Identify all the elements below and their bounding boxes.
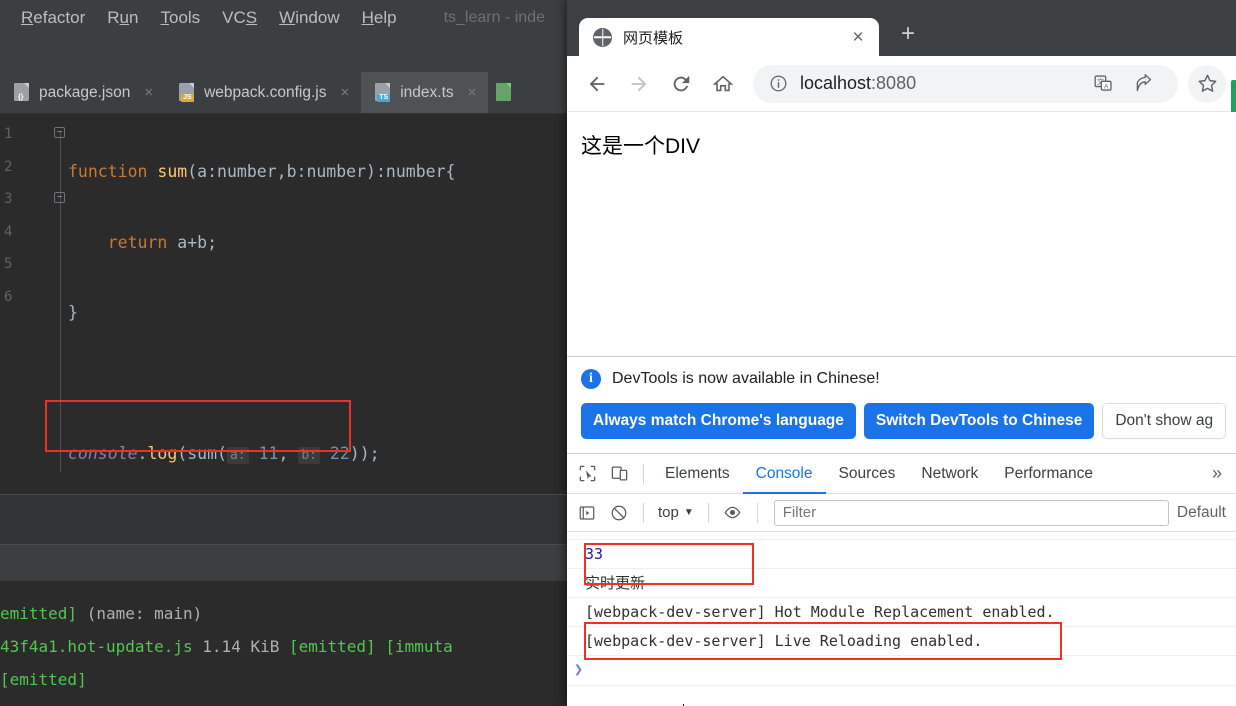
toolbar-divider [756,502,758,523]
globe-icon [593,27,612,47]
toolbar-divider [643,463,644,484]
devtools-tabbar: Elements Console Sources Network Perform… [567,454,1236,494]
menu-item-run[interactable]: Run [96,8,149,28]
fold-collapse-end-icon[interactable]: − [54,192,65,203]
editor-tab-label: package.json [39,83,131,101]
menu-item-help[interactable]: Help [351,8,408,28]
chrome-toolbar: localhost:8080 文A [567,56,1236,122]
chrome-tabstrip: 网页模板 × + [567,10,1236,56]
line-number: 4 [4,223,13,240]
share-icon[interactable] [1124,65,1162,103]
screenshot-root: Refactor Run Tools VCS Window Help ts_le… [0,0,1236,706]
toolbar-divider [707,502,709,523]
editor-tab-package-json[interactable]: {} package.json × [0,72,165,113]
console-row-clipped [567,532,1236,540]
more-tabs-chevron-icon[interactable]: » [1202,463,1232,484]
device-toolbar-icon[interactable] [603,459,635,489]
browser-tab-title: 网页模板 [623,29,684,47]
editor-tab-label: webpack.config.js [204,83,327,101]
clear-console-icon[interactable] [603,498,635,528]
devtools-panel: i DevTools is now available in Chinese! … [567,356,1236,706]
fold-guide-line [60,132,61,472]
context-label: top [658,504,679,521]
menu-item-tools[interactable]: Tools [149,8,211,28]
svg-text:A: A [1103,83,1108,90]
menu-item-vcs[interactable]: VCS [211,8,268,28]
dont-show-again-button[interactable]: Don't show ag [1102,403,1227,439]
address-bar-text: localhost:8080 [800,73,917,93]
tab-network[interactable]: Network [908,454,991,494]
console-row: 33 [567,540,1236,569]
log-levels-label[interactable]: Default [1177,504,1232,522]
ts-file-icon: TS [375,83,392,102]
prompt-chevron-icon: ❯ [574,660,584,678]
line-number: 1 [4,126,13,142]
html-file-icon [496,83,513,102]
tab-console[interactable]: Console [743,454,826,494]
tab-elements[interactable]: Elements [652,454,743,494]
omnibox-action-icons: 文A [1084,65,1162,103]
page-div-text: 这是一个DIV [581,135,701,158]
reload-icon[interactable] [661,64,701,104]
home-icon[interactable] [703,64,743,104]
back-arrow-icon[interactable] [577,64,617,104]
close-icon[interactable]: × [847,26,869,48]
console-message-list[interactable]: 33 实时更新 [webpack-dev-server] Hot Module … [567,532,1236,706]
info-circle-icon[interactable] [769,74,788,93]
chrome-browser-window: 网页模板 × + localhost:8080 文 A 这是一个DIV i De… [567,0,1236,706]
banner-buttons: Always match Chrome's language Switch De… [581,403,1227,439]
param-hint-b: b: [298,447,320,464]
ide-window-title: ts_learn - inde [443,9,545,26]
console-row: [webpack-dev-server] Hot Module Replacem… [567,598,1236,627]
js-file-icon: JS [179,83,196,102]
new-tab-button[interactable]: + [895,22,921,48]
execute-sidebar-icon[interactable] [571,498,603,528]
tab-performance[interactable]: Performance [991,454,1106,494]
switch-devtools-language-button[interactable]: Switch DevTools to Chinese [863,403,1095,439]
code-folding-gutter[interactable]: − − [52,114,68,494]
editor-tab-index-ts[interactable]: TS index.ts × [361,72,489,113]
editor-tab-partial[interactable] [488,72,525,113]
console-filter-input[interactable] [773,499,1169,526]
browser-tab[interactable]: 网页模板 × [579,18,879,56]
info-icon: i [581,369,601,389]
chevron-down-icon: ▼ [683,507,694,518]
editor-tab-webpack-config[interactable]: JS webpack.config.js × [165,72,361,113]
console-row: 实时更新 [567,569,1236,598]
line-number: 3 [4,191,13,207]
execution-context-select[interactable]: top ▼ [652,504,700,521]
editor-tab-label: index.ts [400,83,454,101]
bookmark-star-icon[interactable] [1188,64,1226,103]
page-viewport: 这是一个DIV [567,112,1236,319]
tab-sources[interactable]: Sources [826,454,909,494]
console-row: [webpack-dev-server] Live Reloading enab… [567,627,1236,656]
live-expression-eye-icon[interactable] [717,498,749,528]
chrome-window-controls-strip [567,0,1236,10]
console-prompt-row[interactable]: ❯ [567,656,1236,706]
menu-item-window[interactable]: Window [268,8,350,28]
close-icon[interactable]: × [144,84,153,101]
close-icon[interactable]: × [340,84,349,101]
banner-message: DevTools is now available in Chinese! [612,370,880,387]
json-file-icon: {} [14,83,31,102]
line-number: 5 [4,256,13,272]
address-bar[interactable]: localhost:8080 文A [753,64,1178,103]
param-hint-a: a: [226,447,249,464]
close-icon[interactable]: × [468,84,477,101]
inspect-cursor-icon[interactable] [571,459,603,489]
line-number-gutter: 1 2 3 4 5 6 [0,114,28,494]
fold-collapse-icon[interactable]: − [54,127,65,138]
line-number: 6 [4,288,13,305]
toolbar-divider [643,502,644,523]
devtools-language-banner: i DevTools is now available in Chinese! … [567,357,1236,454]
always-match-language-button[interactable]: Always match Chrome's language [581,403,856,439]
menu-item-refactor[interactable]: Refactor [10,8,96,28]
translate-icon[interactable]: 文A [1084,65,1122,103]
forward-arrow-icon[interactable] [619,64,659,104]
line-number: 2 [4,158,13,175]
console-toolbar: top ▼ Default [567,494,1236,532]
